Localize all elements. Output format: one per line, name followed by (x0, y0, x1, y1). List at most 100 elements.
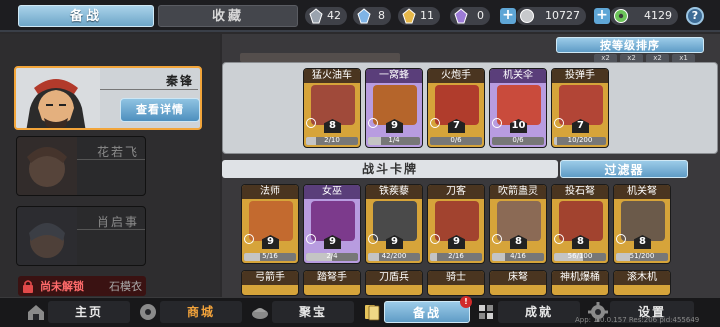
target-icon (492, 234, 502, 244)
card-art (435, 85, 479, 125)
cards-icon (365, 305, 380, 321)
hero-card-selected[interactable]: 秦锋 查看详情 (14, 66, 202, 130)
card-progress-bar: 5/16 (244, 253, 296, 261)
card-name: 神机爆桶 (552, 271, 608, 285)
card-art (497, 201, 541, 241)
target-icon (368, 118, 378, 128)
card-name: 铁蒺藜 (366, 185, 422, 199)
target-icon (244, 234, 254, 244)
unit-card[interactable]: 火炮手 7 0/6 (427, 68, 485, 148)
card-progress-bar: 2/10 (306, 137, 358, 145)
hero-name: 秦锋 (165, 74, 194, 88)
unit-card[interactable]: 机关伞 10 0/6 (489, 68, 547, 148)
unit-card[interactable]: 吹箭蛊灵 8 4/16 (489, 184, 547, 264)
card-art (435, 201, 479, 241)
resource-blue-shard: 8 (353, 7, 391, 25)
card-progress-text: 1/4 (388, 137, 400, 144)
target-icon (554, 118, 564, 128)
card-progress-text: 0/6 (450, 137, 462, 144)
add-gem-button[interactable]: + (594, 8, 610, 24)
card-progress-text: 2/10 (324, 137, 340, 144)
target-icon (492, 118, 502, 128)
card-progress-text: 0/6 (512, 137, 524, 144)
locked-hero-name: 石模衣 (109, 280, 142, 293)
view-details-button[interactable]: 查看详情 (120, 98, 200, 122)
home-icon (28, 305, 44, 320)
tab-prepare[interactable]: 备战 (18, 5, 154, 27)
hero-portrait-qinfeng (16, 68, 100, 128)
unit-card-partial[interactable]: 神机爆桶 (551, 270, 609, 296)
resource-gold-shard: 11 (398, 7, 440, 25)
unit-card[interactable]: 女巫 9 2/4 (303, 184, 361, 264)
unit-card-partial[interactable]: 床弩 (489, 270, 547, 296)
card-art (373, 85, 417, 125)
hero-card-huaruofei[interactable]: 花若飞 (16, 136, 146, 196)
card-progress-bar: 0/6 (492, 137, 544, 145)
target-icon (616, 234, 626, 244)
resource-value: 0 (477, 9, 484, 22)
unit-card[interactable]: 铁蒺藜 9 42/200 (365, 184, 423, 264)
hero-name: 花若飞 (96, 145, 139, 159)
target-icon (430, 234, 440, 244)
add-gold-button[interactable]: + (500, 8, 516, 24)
card-progress-bar: 56/100 (554, 253, 606, 261)
unit-card[interactable]: 投石弩 8 56/100 (551, 184, 609, 264)
card-progress-text: 2/16 (448, 253, 464, 260)
nav-prepare[interactable]: 备战 (384, 301, 470, 323)
gold-value: 10727 (545, 9, 580, 22)
card-name: 一窝蜂 (366, 69, 422, 83)
card-art (249, 201, 293, 241)
card-progress-text: 51/200 (629, 253, 655, 260)
card-progress-text: 4/16 (510, 253, 526, 260)
unit-card-partial[interactable]: 踏弩手 (303, 270, 361, 296)
card-progress-text: 56/100 (567, 253, 593, 260)
nav-achievements[interactable]: 成就 (498, 301, 580, 323)
resource-purple-shard: 0 (450, 7, 490, 25)
unit-card[interactable]: 一窝蜂 9 1/4 (365, 68, 423, 148)
unit-card[interactable]: 猛火油车 8 2/10 (303, 68, 361, 148)
card-name: 机关伞 (490, 69, 546, 83)
deck-header-strip (240, 53, 400, 62)
unit-card[interactable]: 机关弩 8 51/200 (613, 184, 671, 264)
card-progress-text: 10/200 (567, 137, 593, 144)
help-icon[interactable]: ? (686, 7, 704, 25)
resource-value: 42 (327, 9, 341, 22)
card-name: 法师 (242, 185, 298, 199)
target-icon (430, 118, 440, 128)
tab-collection[interactable]: 收藏 (158, 5, 298, 27)
unit-card[interactable]: 法师 9 5/16 (241, 184, 299, 264)
card-name: 投弹手 (552, 69, 608, 83)
card-name: 踏弩手 (304, 271, 360, 285)
nav-shop[interactable]: 商城 (160, 301, 242, 323)
card-progress-text: 2/4 (326, 253, 338, 260)
target-icon (368, 234, 378, 244)
card-name: 刀盾兵 (366, 271, 422, 285)
hero-name: 肖启事 (96, 215, 139, 229)
nav-treasure[interactable]: 聚宝 (272, 301, 354, 323)
shop-icon (140, 304, 156, 320)
card-name: 投石弩 (552, 185, 608, 199)
locked-hero[interactable]: 尚未解锁 石模衣 (18, 276, 146, 296)
nav-home[interactable]: 主页 (48, 301, 130, 323)
unit-card-partial[interactable]: 刀盾兵 (365, 270, 423, 296)
hero-card-xiaoqishi[interactable]: 肖启事 (16, 206, 146, 266)
unit-card-partial[interactable]: 弓箭手 (241, 270, 299, 296)
card-name: 女巫 (304, 185, 360, 199)
card-progress-bar: 4/16 (492, 253, 544, 261)
sort-by-level-button[interactable]: 按等级排序 (556, 37, 704, 53)
card-name: 骑士 (428, 271, 484, 285)
card-art (497, 85, 541, 125)
currency-gem: 4129 (610, 7, 678, 25)
unit-card[interactable]: 投弹手 7 10/200 (551, 68, 609, 148)
hero-portrait (17, 207, 77, 265)
card-art (311, 201, 355, 241)
blue-shard-icon (357, 8, 371, 24)
card-progress-bar: 2/16 (430, 253, 482, 261)
card-progress-bar: 10/200 (554, 137, 606, 145)
unit-card-partial[interactable]: 滚木机 (613, 270, 671, 296)
card-progress-bar: 1/4 (368, 137, 420, 145)
filter-button[interactable]: 过滤器 (560, 160, 688, 178)
unit-card-partial[interactable]: 骑士 (427, 270, 485, 296)
unit-card[interactable]: 刀客 9 2/16 (427, 184, 485, 264)
hero-portrait (17, 137, 77, 195)
